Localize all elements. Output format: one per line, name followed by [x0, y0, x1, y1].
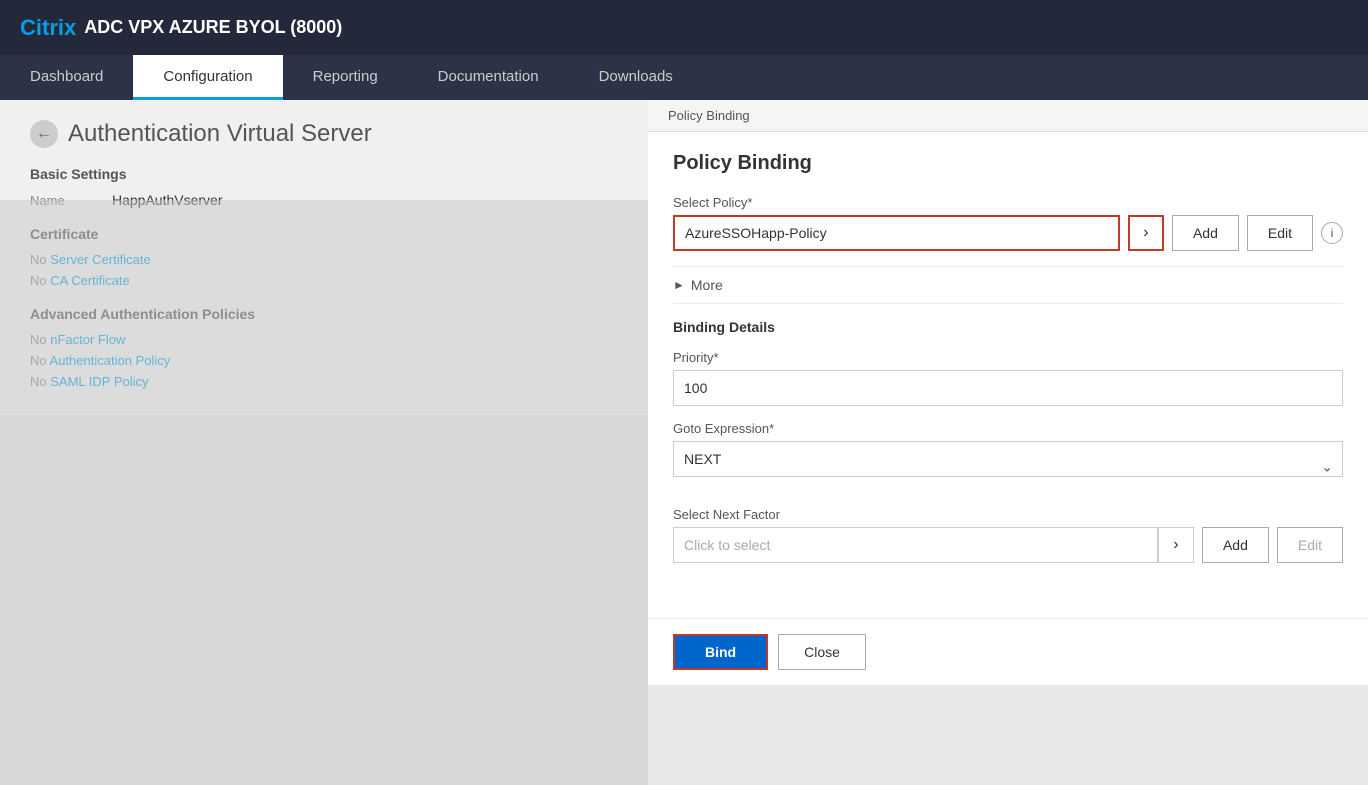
policy-arrow-button[interactable]: › — [1128, 215, 1164, 251]
next-factor-placeholder: Click to select — [684, 537, 770, 553]
panel-breadcrumb: Policy Binding — [648, 100, 1368, 132]
back-button[interactable]: ← — [30, 120, 58, 148]
navigation: Dashboard Configuration Reporting Docume… — [0, 55, 1368, 100]
select-policy-row: AzureSSOHapp-Policy › Add Edit i — [673, 215, 1343, 251]
next-factor-field[interactable]: Click to select — [673, 527, 1158, 563]
priority-label: Priority* — [673, 350, 1343, 365]
brand: Citrix ADC VPX AZURE BYOL (8000) — [20, 15, 342, 41]
tab-documentation[interactable]: Documentation — [408, 55, 569, 100]
policy-add-button[interactable]: Add — [1172, 215, 1239, 251]
citrix-logo: Citrix — [20, 15, 76, 41]
panel-body: Policy Binding Select Policy* AzureSSOHa… — [648, 132, 1368, 618]
basic-settings-title: Basic Settings — [30, 166, 618, 182]
tab-dashboard[interactable]: Dashboard — [0, 55, 133, 100]
info-icon[interactable]: i — [1321, 222, 1343, 244]
binding-details-title: Binding Details — [673, 319, 1343, 335]
close-button[interactable]: Close — [778, 634, 866, 670]
goto-select-wrapper: NEXT END USE_INVOCATION_RESULT ⌄ — [673, 441, 1343, 492]
select-policy-label: Select Policy* — [673, 195, 1343, 210]
app-header: Citrix ADC VPX AZURE BYOL (8000) — [0, 0, 1368, 55]
next-factor-row: Click to select › Add Edit — [673, 527, 1343, 563]
panel-footer: Bind Close — [648, 618, 1368, 685]
more-section[interactable]: ► More — [673, 266, 1343, 304]
policy-value: AzureSSOHapp-Policy — [685, 225, 827, 241]
next-factor-label: Select Next Factor — [673, 507, 1343, 522]
next-factor-edit-button[interactable]: Edit — [1277, 527, 1343, 563]
goto-label: Goto Expression* — [673, 421, 1343, 436]
back-button-row: ← Authentication Virtual Server — [30, 120, 618, 148]
policy-edit-button[interactable]: Edit — [1247, 215, 1313, 251]
product-name: ADC VPX AZURE BYOL (8000) — [84, 17, 342, 38]
page-title: Authentication Virtual Server — [68, 120, 372, 148]
policy-binding-panel: Policy Binding Policy Binding Select Pol… — [648, 100, 1368, 685]
overlay — [0, 200, 648, 785]
policy-input-field[interactable]: AzureSSOHapp-Policy — [673, 215, 1120, 251]
next-factor-arrow-button[interactable]: › — [1158, 527, 1194, 563]
more-label: More — [691, 277, 723, 293]
priority-input[interactable] — [673, 370, 1343, 406]
tab-reporting[interactable]: Reporting — [283, 55, 408, 100]
bind-button[interactable]: Bind — [673, 634, 768, 670]
next-factor-add-button[interactable]: Add — [1202, 527, 1269, 563]
main-content: ← Authentication Virtual Server Basic Se… — [0, 100, 1368, 685]
tab-downloads[interactable]: Downloads — [569, 55, 703, 100]
tab-configuration[interactable]: Configuration — [133, 55, 282, 100]
panel-title: Policy Binding — [673, 152, 1343, 175]
more-arrow-icon: ► — [673, 278, 685, 292]
goto-select[interactable]: NEXT END USE_INVOCATION_RESULT — [673, 441, 1343, 477]
